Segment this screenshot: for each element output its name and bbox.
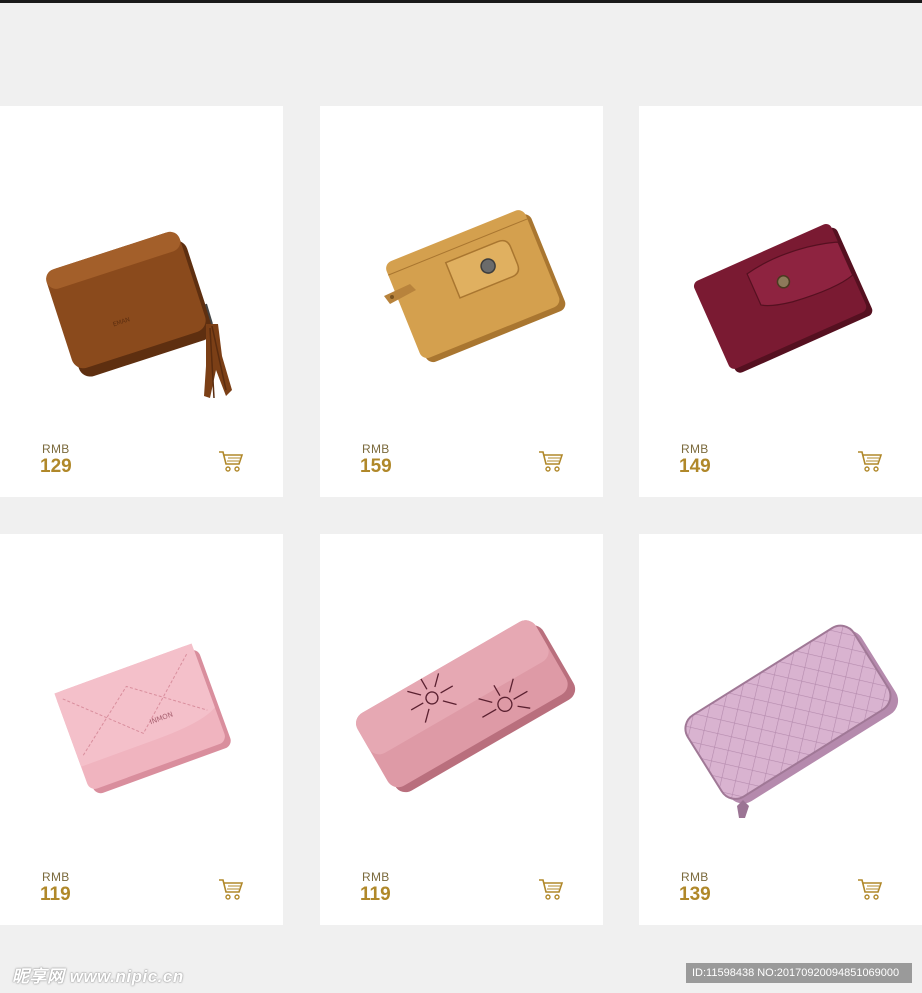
currency-label: RMB	[362, 442, 390, 456]
currency-label: RMB	[681, 870, 709, 884]
currency-label: RMB	[362, 870, 390, 884]
shopping-cart-icon[interactable]	[538, 877, 564, 901]
price-value: 119	[360, 884, 391, 905]
product-card[interactable]: RMB 159	[320, 106, 603, 497]
product-image-brown-tassel-wallet[interactable]: EMAN	[0, 106, 283, 436]
product-card[interactable]: RMB 119	[320, 534, 603, 925]
price-value: 159	[360, 456, 392, 477]
price-value: 149	[679, 456, 711, 477]
product-image-pink-stitched-wallet[interactable]: INMON	[0, 534, 283, 864]
product-image-pink-laser-cut-long-wallet[interactable]	[320, 534, 603, 864]
shopping-cart-icon[interactable]	[218, 877, 244, 901]
product-card[interactable]: RMB 139	[639, 534, 922, 925]
currency-label: RMB	[42, 442, 70, 456]
price-value: 119	[40, 884, 71, 905]
product-grid: EMAN RMB 129 RMB 159 RMB 149 INMON RMB 1…	[0, 0, 922, 993]
product-image-tan-snap-wallet[interactable]	[320, 106, 603, 436]
product-card[interactable]: RMB 149	[639, 106, 922, 497]
shopping-cart-icon[interactable]	[538, 449, 564, 473]
product-card[interactable]: EMAN RMB 129	[0, 106, 283, 497]
watermark-site: 昵享网 www.nipic.cn	[12, 962, 184, 987]
currency-label: RMB	[42, 870, 70, 884]
shopping-cart-icon[interactable]	[218, 449, 244, 473]
currency-label: RMB	[681, 442, 709, 456]
shopping-cart-icon[interactable]	[857, 877, 883, 901]
watermark-site-text: 昵享网 www.nipic.cn	[12, 967, 184, 986]
product-image-lilac-quilted-zip-wallet[interactable]	[639, 534, 922, 864]
price-value: 139	[679, 884, 711, 905]
product-card[interactable]: INMON RMB 119	[0, 534, 283, 925]
watermark-id: ID:11598438 NO:20170920094851069000	[686, 963, 912, 983]
shopping-cart-icon[interactable]	[857, 449, 883, 473]
product-image-burgundy-button-wallet[interactable]	[639, 106, 922, 436]
price-value: 129	[40, 456, 72, 477]
